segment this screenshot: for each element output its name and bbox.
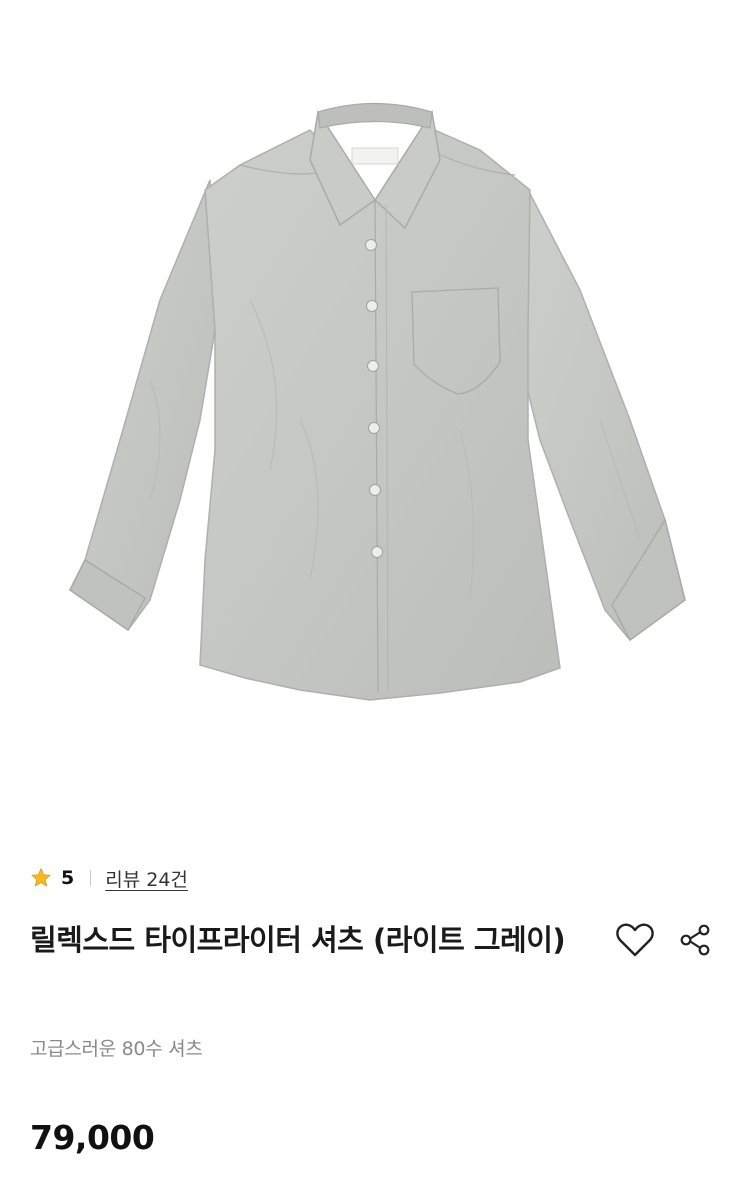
share-button[interactable] (673, 918, 717, 962)
rating-value: 5 (61, 867, 75, 889)
rating-row: 5 리뷰 24건 (30, 864, 188, 892)
shirt-illustration (69, 102, 686, 701)
product-image (0, 0, 742, 830)
share-icon (680, 924, 710, 956)
wishlist-button[interactable] (613, 918, 657, 962)
product-subtitle: 고급스러운 80수 셔츠 (30, 1038, 203, 1060)
review-count-link[interactable]: 리뷰 24건 (105, 865, 188, 892)
product-title: 릴렉스드 타이프라이터 셔츠 (라이트 그레이) (30, 923, 566, 957)
product-detail-page: 5 리뷰 24건 릴렉스드 타이프라이터 셔츠 (라이트 그레이) 고급스러운 … (0, 0, 742, 1200)
heart-outline-icon (616, 923, 654, 957)
divider (90, 870, 92, 886)
product-price: 79,000 (30, 1118, 155, 1157)
star-icon (31, 868, 51, 887)
